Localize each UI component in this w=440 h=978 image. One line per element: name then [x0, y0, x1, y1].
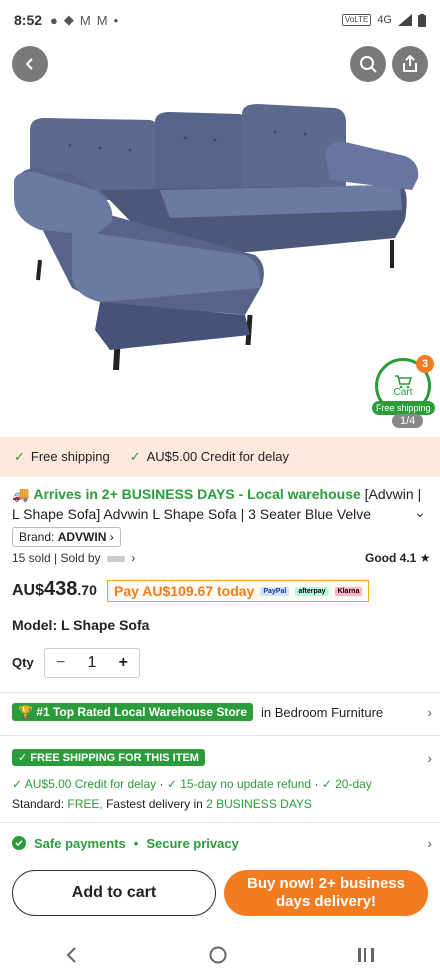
- price-main: 438: [44, 578, 78, 600]
- status-bar: 8:52 ● ◆ M M • VoLTE 4G: [0, 0, 440, 40]
- chevron-right-icon: ›: [427, 704, 432, 720]
- price-cents: .70: [77, 582, 97, 598]
- sold-count: 15 sold: [12, 551, 51, 565]
- check-icon: ✓: [12, 777, 23, 791]
- local-warehouse-text: - Local warehouse: [238, 486, 361, 502]
- chevron-left-icon: [25, 58, 33, 70]
- chevron-down-icon[interactable]: ⌄: [414, 504, 426, 521]
- notification-icons: ● ◆ M M •: [50, 12, 118, 28]
- increment-button[interactable]: +: [108, 654, 139, 672]
- search-icon: [360, 56, 377, 73]
- secure-privacy: Secure privacy: [146, 835, 239, 851]
- rating[interactable]: Good 4.1 ★: [365, 551, 430, 565]
- paypal-logo: PayPal: [260, 586, 290, 596]
- decrement-button[interactable]: −: [45, 654, 76, 672]
- sold-line[interactable]: 15 sold | Sold by ›: [12, 551, 135, 565]
- star-icon: ★: [419, 551, 431, 565]
- check-icon: ✓: [166, 777, 177, 791]
- quantity-stepper[interactable]: − 1 +: [44, 648, 140, 678]
- trophy-icon: 🏆: [18, 705, 33, 719]
- truck-icon: 🚚: [12, 486, 30, 502]
- product-image[interactable]: Cart 3 Free shipping 1/4: [0, 40, 440, 435]
- mail-icon: M: [79, 12, 91, 28]
- shipping-row[interactable]: ✓ FREE SHIPPING FOR THIS ITEM ›: [12, 749, 432, 766]
- store-category: in Bedroom Furniture: [261, 704, 384, 720]
- check-icon: ✓: [14, 449, 25, 464]
- rating-text: Good 4.1: [365, 551, 417, 565]
- diamond-icon: ◆: [63, 12, 74, 27]
- chat-icon: ●: [50, 12, 58, 28]
- chevron-right-icon: ›: [427, 835, 432, 851]
- nav-back-icon[interactable]: [65, 947, 79, 963]
- brand-name: ADVWIN: [57, 530, 107, 544]
- pay-later-box[interactable]: Pay AU$109.67 today PayPal afterpay Klar…: [107, 580, 370, 602]
- share-icon: [403, 55, 417, 72]
- nav-recents-icon[interactable]: [357, 947, 375, 963]
- search-button[interactable]: [350, 46, 386, 82]
- sofa-image: [14, 104, 419, 371]
- divider: [0, 735, 440, 736]
- dot-icon: •: [113, 12, 119, 28]
- qty-value: 1: [87, 654, 97, 671]
- network-label: 4G: [377, 14, 392, 26]
- afterpay-logo: afterpay: [295, 586, 329, 596]
- shield-check-icon: [12, 836, 26, 850]
- image-counter: 1/4: [392, 414, 424, 428]
- check-icon: ✓: [129, 449, 141, 464]
- chevron-right-icon: ›: [131, 551, 136, 565]
- sold-by-label: Sold by: [60, 551, 101, 565]
- free-shipping-badge: ✓ FREE SHIPPING FOR THIS ITEM: [12, 749, 205, 766]
- arrival-text: Arrives in 2+ BUSINESS DAYS: [33, 486, 235, 502]
- status-time: 8:52: [14, 12, 43, 28]
- add-to-cart-button[interactable]: Add to cart: [12, 870, 216, 916]
- store-rank-badge: 🏆 #1 Top Rated Local Warehouse Store: [12, 703, 254, 721]
- signal-icon: [398, 14, 412, 26]
- chevron-right-icon: ›: [109, 530, 114, 544]
- nav-home-icon[interactable]: [209, 946, 227, 964]
- safety-row[interactable]: Safe payments • Secure privacy ›: [12, 835, 432, 851]
- divider: [0, 692, 440, 693]
- price: AU$ 438 .70: [12, 578, 97, 601]
- model-label: Model: L Shape Sofa: [12, 617, 150, 633]
- shipping-benefits: ✓ AU$5.00 Credit for delay · ✓ 15-day no…: [12, 777, 372, 791]
- back-button[interactable]: [12, 46, 48, 82]
- qty-label: Qty: [12, 655, 34, 670]
- divider: [0, 822, 440, 823]
- battery-icon: [418, 13, 426, 27]
- klarna-logo: Klarna: [334, 586, 363, 596]
- check-icon: ✓: [321, 777, 332, 791]
- product-title-block[interactable]: 🚚 Arrives in 2+ BUSINESS DAYS - Local wa…: [12, 484, 432, 524]
- buy-now-button[interactable]: Buy now! 2+ business days delivery!: [224, 870, 428, 916]
- chevron-right-icon: ›: [427, 749, 432, 766]
- brand-chip[interactable]: Brand: ADVWIN ›: [12, 527, 121, 547]
- price-currency: AU$: [12, 582, 45, 599]
- brand-label: Brand:: [19, 530, 55, 544]
- seller-logo: [106, 555, 125, 562]
- mail-icon-2: M: [96, 12, 108, 28]
- standard-delivery: Standard: FREE, Fastest delivery in 2 BU…: [12, 797, 312, 811]
- share-button[interactable]: [392, 46, 428, 82]
- android-nav-bar: [0, 932, 440, 978]
- cart-count-badge: 3: [416, 355, 434, 373]
- benefit-free-shipping: ✓ Free shipping: [14, 449, 110, 464]
- cart-label: Cart: [393, 386, 413, 398]
- volte-icon: VoLTE: [341, 14, 372, 26]
- pay-today-text: Pay AU$109.67 today: [114, 583, 255, 599]
- benefit-credit: ✓ AU$5.00 Credit for delay: [129, 449, 289, 464]
- free-shipping-pill: Free shipping: [372, 401, 435, 415]
- benefits-strip: ✓ Free shipping ✓ AU$5.00 Credit for delay: [0, 437, 440, 477]
- system-icons: VoLTE 4G: [341, 13, 426, 27]
- store-rank-row[interactable]: 🏆 #1 Top Rated Local Warehouse Store in …: [12, 703, 432, 721]
- safe-payments: Safe payments: [34, 835, 126, 851]
